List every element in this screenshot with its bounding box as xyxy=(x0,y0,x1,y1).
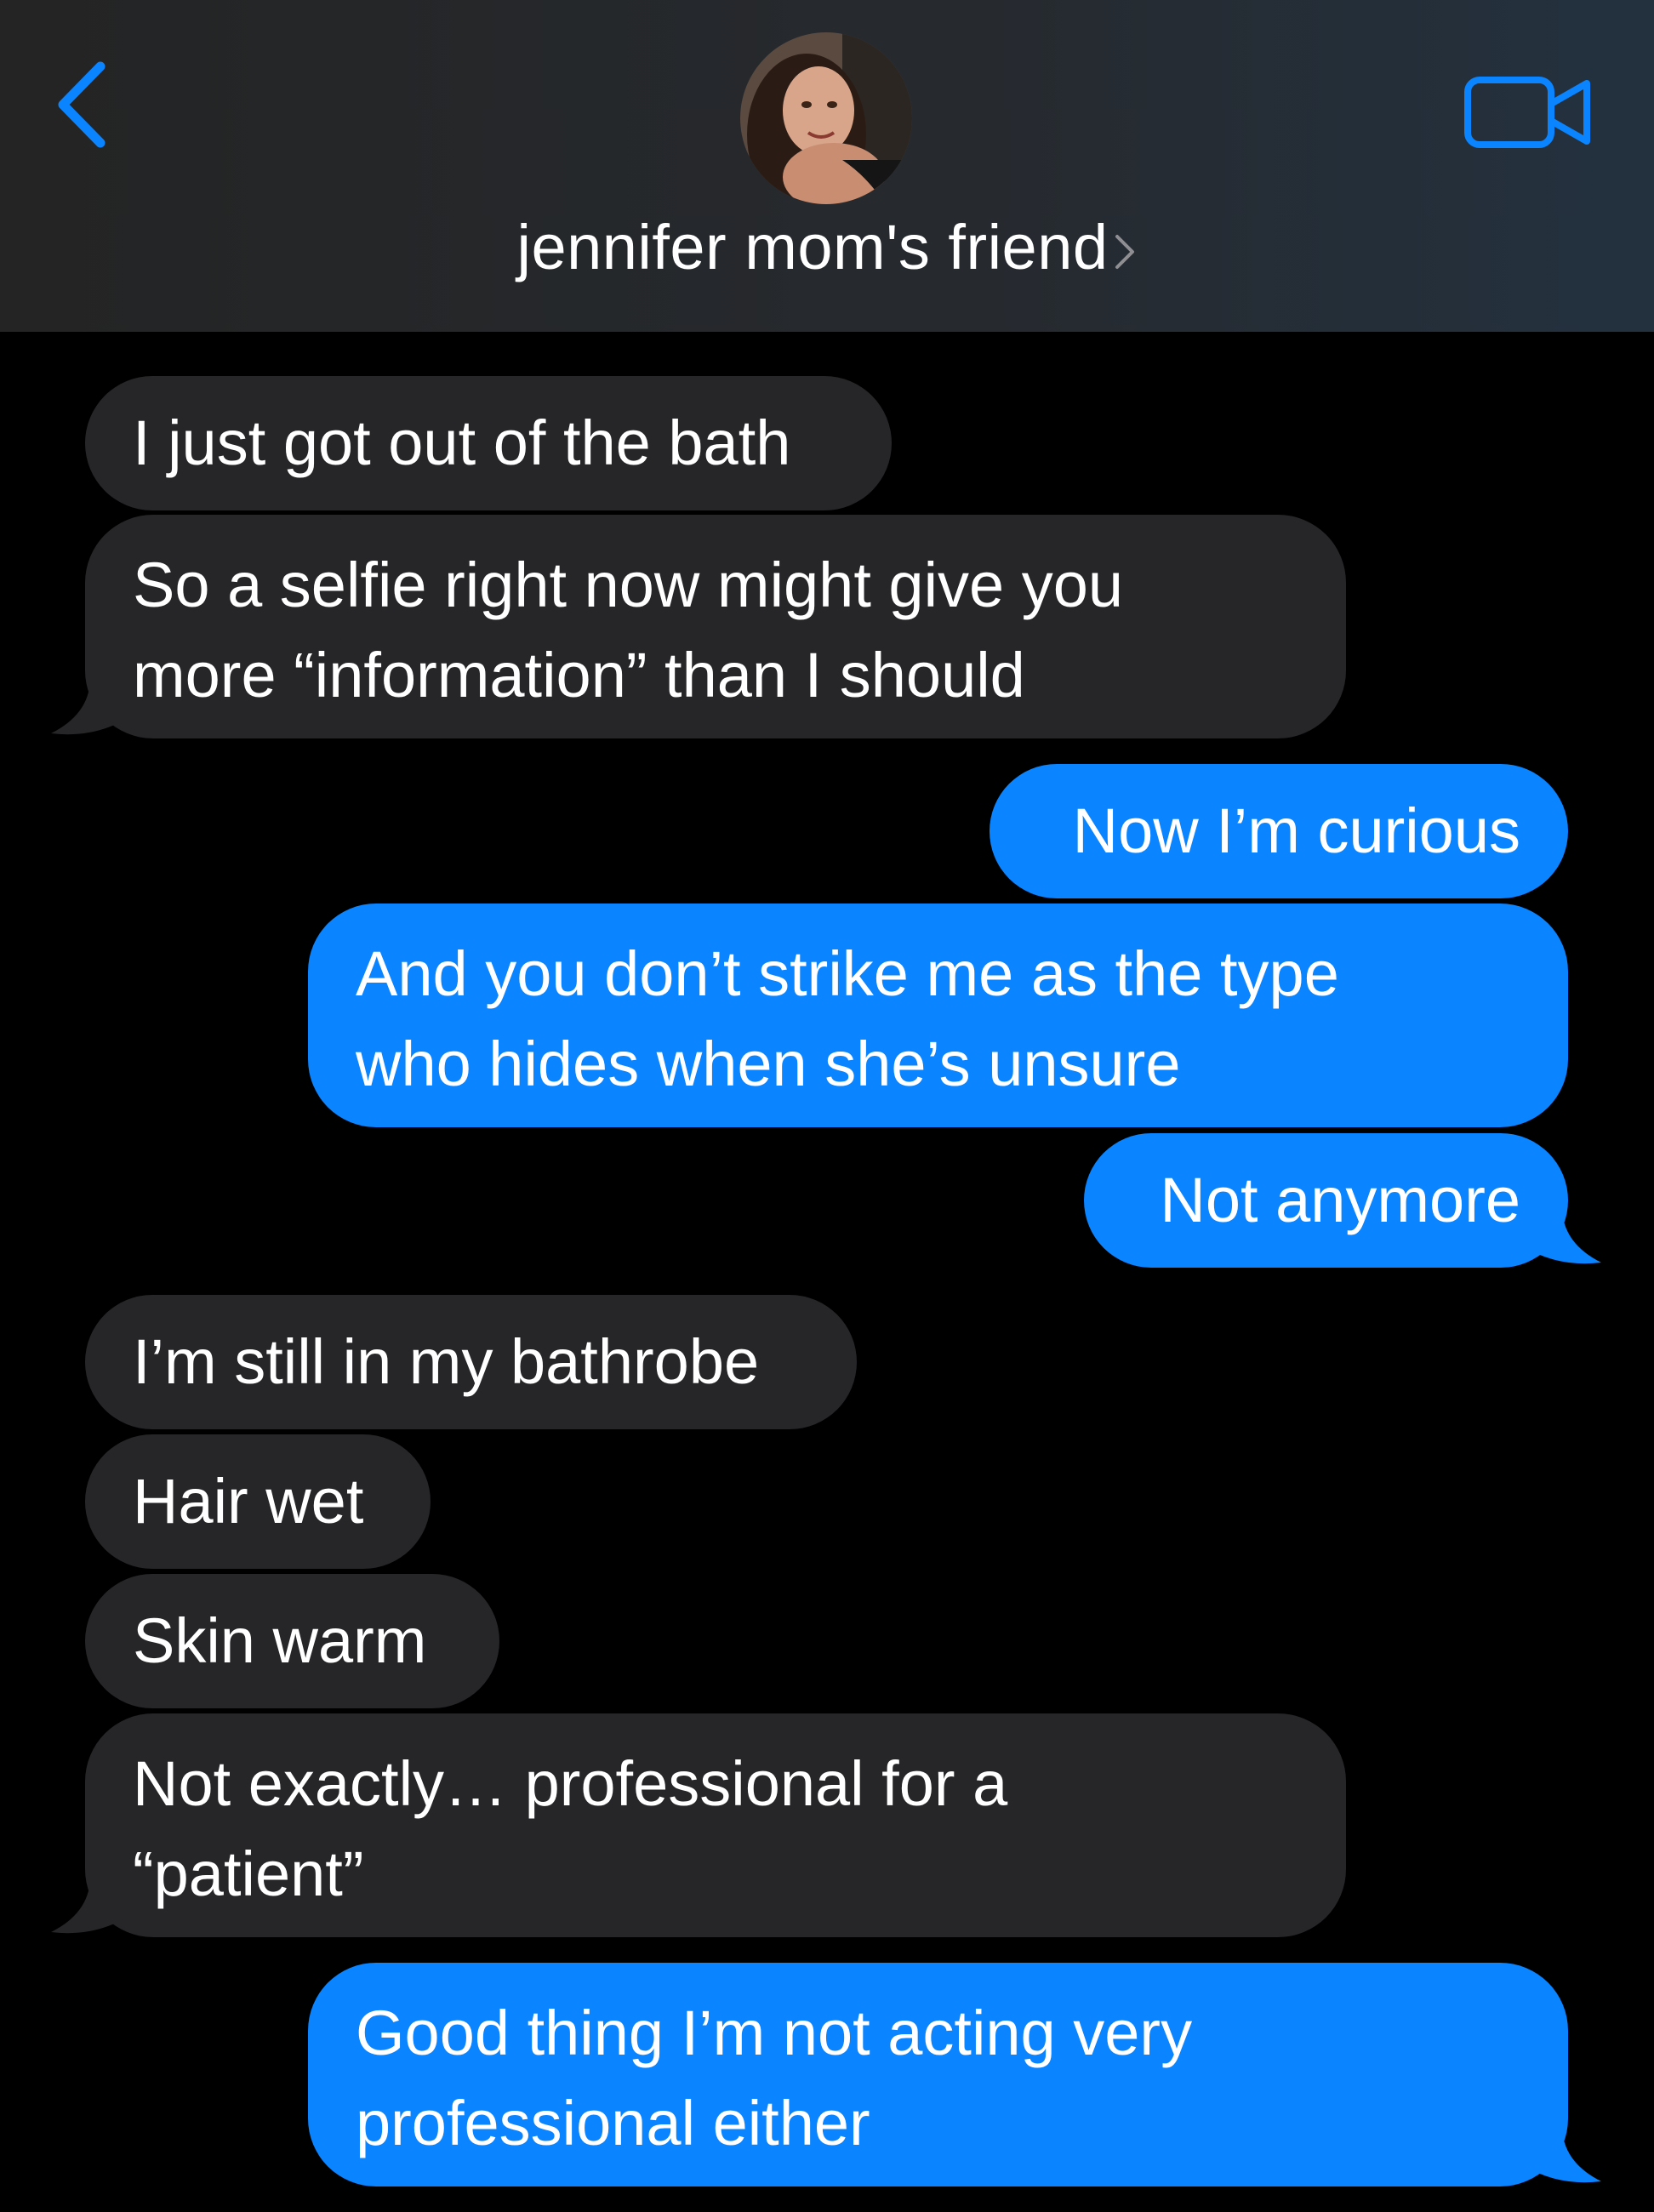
message-text: who hides when she’s unsure xyxy=(356,1029,1181,1099)
message-bubble-outgoing[interactable]: And you don’t strike me as the type who … xyxy=(308,904,1568,1127)
message-text: So a selfie right now might give you xyxy=(133,550,1124,620)
bubble-tail xyxy=(1525,2129,1601,2183)
message-bubble-outgoing[interactable]: Now I’m curious xyxy=(990,764,1568,898)
message-text: And you don’t strike me as the type xyxy=(356,938,1339,1009)
bubble-tail xyxy=(51,681,128,735)
message-text: more “information” than I should xyxy=(133,640,1025,710)
message-text: Not exactly… professional for a xyxy=(133,1748,1008,1819)
message-text: “patient” xyxy=(133,1839,364,1909)
message-bubble-incoming[interactable]: I’m still in my bathrobe xyxy=(85,1295,857,1429)
message-text: Skin warm xyxy=(133,1605,427,1676)
message-bubble-outgoing[interactable]: Not anymore xyxy=(1084,1133,1568,1268)
bubble-tail xyxy=(51,1879,128,1934)
message-text: Now I’m curious xyxy=(1072,795,1520,866)
avatar[interactable] xyxy=(740,32,912,204)
contact-name: jennifer mom's friend xyxy=(516,211,1109,282)
contact-name-button[interactable]: jennifer mom's friend xyxy=(0,211,1654,282)
message-bubble-incoming[interactable]: Skin warm xyxy=(85,1574,499,1708)
message-text: I’m still in my bathrobe xyxy=(133,1326,760,1397)
message-text: Not anymore xyxy=(1160,1165,1520,1235)
chevron-right-icon xyxy=(1115,235,1134,269)
video-camera-icon[interactable] xyxy=(1463,70,1593,155)
message-text: professional either xyxy=(356,2088,870,2158)
chevron-left-icon[interactable] xyxy=(49,58,117,151)
message-bubble-incoming[interactable]: Hair wet xyxy=(85,1434,431,1569)
message-text: Good thing I’m not acting very xyxy=(356,1998,1193,2068)
message-bubble-incoming[interactable]: I just got out of the bath xyxy=(85,376,892,510)
bubble-tail xyxy=(1525,1210,1601,1264)
message-bubble-incoming[interactable]: So a selfie right now might give you mor… xyxy=(85,515,1346,738)
contact-photo xyxy=(740,32,912,204)
message-bubble-outgoing[interactable]: Good thing I’m not acting very professio… xyxy=(308,1963,1568,2186)
conversation-header: jennifer mom's friend xyxy=(0,0,1654,332)
message-text: I just got out of the bath xyxy=(133,408,791,478)
message-bubble-incoming[interactable]: Not exactly… professional for a “patient… xyxy=(85,1713,1346,1937)
message-text: Hair wet xyxy=(133,1466,364,1536)
